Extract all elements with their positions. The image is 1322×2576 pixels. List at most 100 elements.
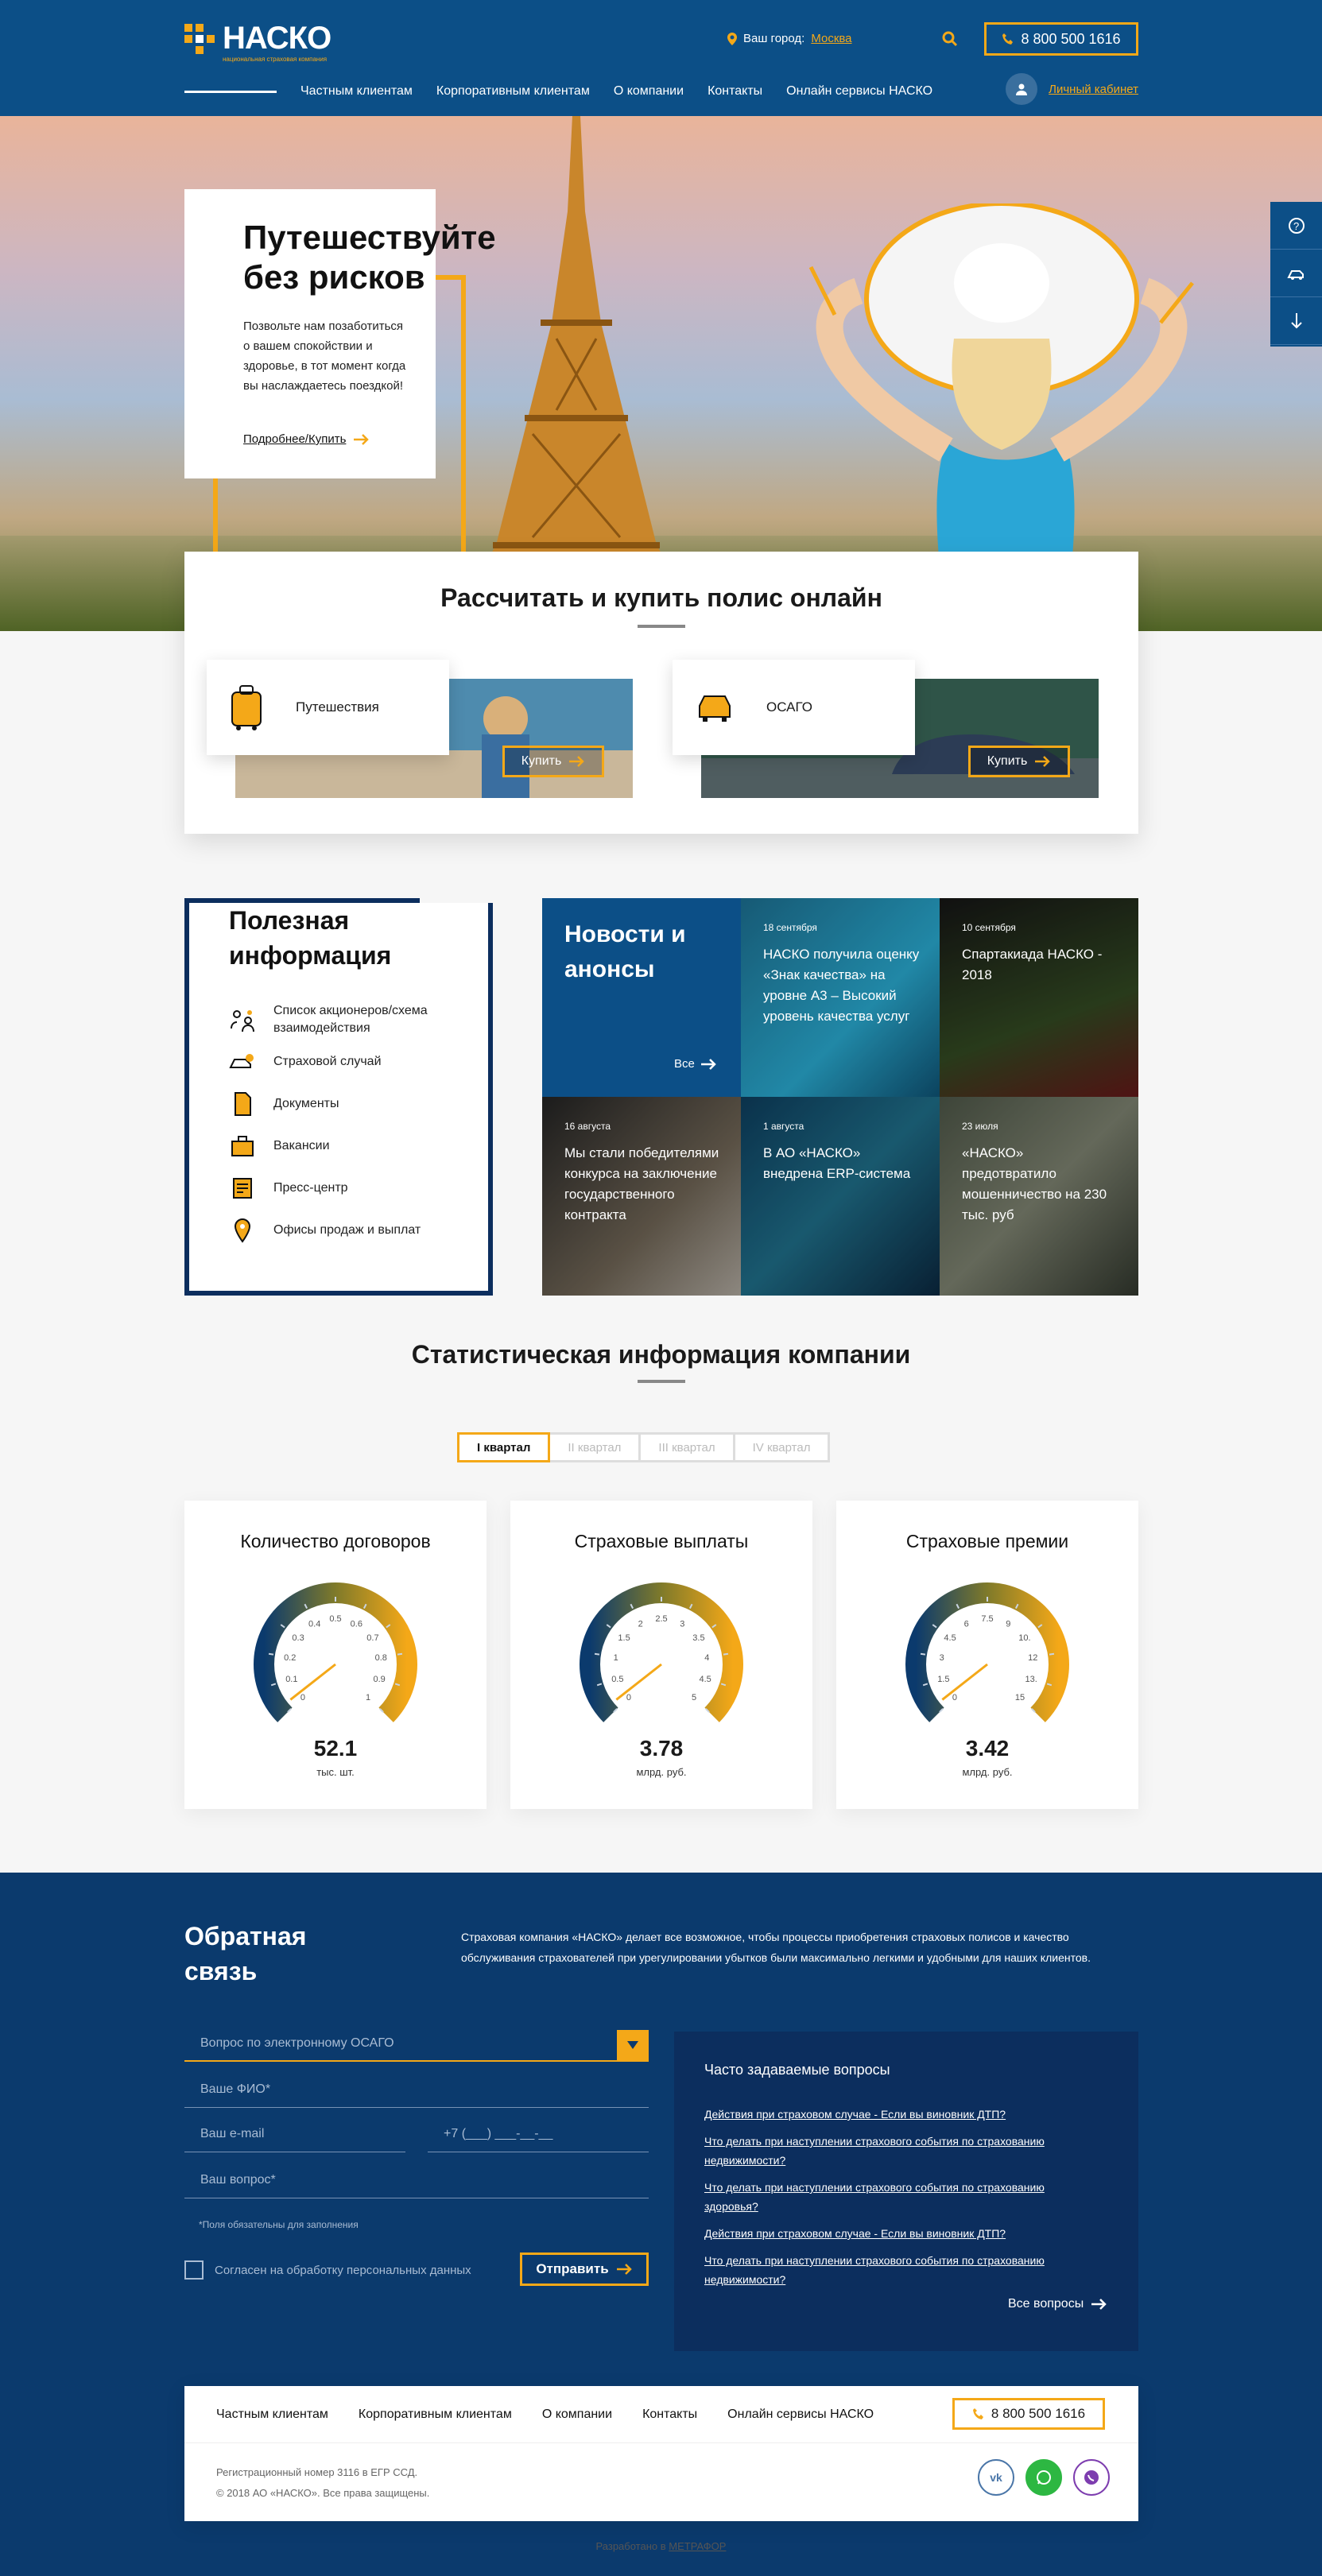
question-field[interactable]: Ваш вопрос* <box>184 2167 649 2198</box>
info-item-press-center[interactable]: Пресс-центр <box>229 1167 448 1209</box>
copyright: © 2018 АО «НАСКО». Все права защищены. <box>216 2487 430 2499</box>
info-item-insured-event[interactable]: Страховой случай <box>229 1040 448 1083</box>
gauge-tick-label: 0.1 <box>285 1675 297 1684</box>
whatsapp-icon[interactable] <box>1025 2459 1062 2496</box>
nav-item-about[interactable]: О компании <box>614 84 684 99</box>
logo-mark <box>184 24 215 54</box>
info-item-label: Пресс-центр <box>273 1180 348 1195</box>
faq-item[interactable]: Что делать при наступлении страхового со… <box>704 2251 1070 2289</box>
email-field[interactable]: Ваш e-mail <box>184 2121 405 2152</box>
footer-phone-button[interactable]: 8 800 500 1616 <box>952 2398 1105 2430</box>
info-item-vacancies[interactable]: Вакансии <box>229 1125 448 1167</box>
news-date: 16 августа <box>564 1121 611 1132</box>
gauge-tick-label: 0.7 <box>366 1633 378 1643</box>
phone-icon <box>1002 33 1014 45</box>
faq-all-link[interactable]: Все вопросы <box>1008 2297 1107 2311</box>
news-tile[interactable]: 18 сентября НАСКО получила оценку «Знак к… <box>741 898 940 1097</box>
info-item-label: Вакансии <box>273 1138 330 1152</box>
menu-bar[interactable] <box>184 90 277 93</box>
info-item-offices[interactable]: Офисы продаж и выплат <box>229 1209 448 1251</box>
stat-unit: млрд. руб. <box>636 1766 687 1778</box>
gauge-tick <box>268 1652 274 1656</box>
useful-info-list: Список акционеров/схема взаимодействия С… <box>229 998 448 1251</box>
city-selector[interactable]: Ваш город: Москва <box>727 32 852 45</box>
gauge-tick-label: 3 <box>940 1653 944 1663</box>
product-osago-buy-button[interactable]: Купить <box>968 746 1070 777</box>
arrow-right-icon <box>354 433 370 445</box>
gauge-tick-label: 0.5 <box>611 1675 623 1684</box>
product-travel-buy-button[interactable]: Купить <box>502 746 604 777</box>
stat-card-title: Страховые премии <box>905 1531 1069 1551</box>
feedback-lead: Страховая компания «НАСКО» делает все во… <box>461 1931 1091 1964</box>
info-item-label: Офисы продаж и выплат <box>273 1222 421 1237</box>
gauge-tick-label: 2.5 <box>655 1614 667 1624</box>
calc-title: Рассчитать и купить полис онлайн <box>440 583 882 612</box>
checkbox-box[interactable] <box>184 2260 204 2280</box>
nav-item-corporate[interactable]: Корпоративным клиентам <box>436 84 590 99</box>
news-header-tile: Новости и анонсы Все <box>542 898 741 1097</box>
news-title: Новости и анонсы <box>564 921 686 982</box>
nav-item-online-services[interactable]: Онлайн сервисы НАСКО <box>786 84 932 99</box>
phone-field[interactable]: +7 (___) ___-__-__ <box>428 2121 649 2152</box>
viber-icon[interactable] <box>1073 2459 1110 2496</box>
faq-item[interactable]: Что делать при наступлении страхового со… <box>704 2132 1070 2170</box>
nav-item-private[interactable]: Частным клиентам <box>300 84 413 99</box>
gauge-chart: 00.5 11.5 2 2.5 3 3.54 4.5 5 <box>580 1582 743 1722</box>
hero-title: Путешествуйте без рисков <box>243 219 496 296</box>
user-icon <box>1006 73 1038 105</box>
people-icon <box>231 1009 254 1032</box>
footer-nav-item[interactable]: Корпоративным клиентам <box>359 2407 512 2422</box>
news-tile[interactable]: 16 августа Мы стали победителями конкурса… <box>542 1097 741 1296</box>
product-travel[interactable]: Путешествия Купить <box>207 660 636 803</box>
news-tile[interactable]: 23 июля «НАСКО» предотвратило мошенничест… <box>940 1097 1138 1296</box>
faq-item[interactable]: Действия при страховом случае - Если вы … <box>704 2105 1070 2124</box>
logo[interactable]: НАСКО национальная страховая компания <box>184 21 331 63</box>
topic-select[interactable]: Вопрос по электронному ОСАГО <box>184 2030 649 2062</box>
send-button[interactable]: Отправить <box>520 2253 649 2286</box>
gauge-tick-label: 1.5 <box>937 1675 949 1684</box>
footer-nav-item[interactable]: О компании <box>542 2407 612 2422</box>
gauge-tick-label: 0.4 <box>308 1619 320 1629</box>
footer-nav-item[interactable]: Частным клиентам <box>216 2407 328 2422</box>
help-icon[interactable]: ? <box>1270 202 1322 250</box>
nav-item-contacts[interactable]: Контакты <box>708 84 762 99</box>
question-field-placeholder: Ваш вопрос* <box>200 2173 276 2187</box>
car-accident-icon[interactable] <box>1270 250 1322 297</box>
calc-section: Рассчитать и купить полис онлайн Путешес… <box>184 552 1138 834</box>
search-icon[interactable] <box>941 30 959 48</box>
buy-label: Купить <box>987 754 1028 768</box>
personal-cabinet-link[interactable]: Личный кабинет <box>1006 73 1138 105</box>
news-tile[interactable]: 1 августа В АО «НАСКО» внедрена ERP-систе… <box>741 1097 940 1296</box>
gauge-tick-label: 3 <box>680 1619 684 1629</box>
header-phone-button[interactable]: 8 800 500 1616 <box>984 22 1138 56</box>
name-field[interactable]: Ваше ФИО* <box>184 2076 649 2108</box>
vk-icon[interactable]: vk <box>978 2459 1014 2496</box>
gauge-tick <box>397 1652 403 1656</box>
tab-q1[interactable]: I квартал <box>457 1432 551 1462</box>
developer-credit: Разработано в МЕТРАФОР <box>0 2540 1322 2552</box>
tab-q4[interactable]: IV квартал <box>732 1432 831 1462</box>
tab-q2[interactable]: II квартал <box>548 1432 642 1462</box>
info-item-documents[interactable]: Документы <box>229 1083 448 1125</box>
product-osago-label-card: ОСАГО <box>673 660 915 755</box>
developer-link[interactable]: МЕТРАФОР <box>669 2540 726 2552</box>
arrow-right-icon <box>569 756 585 767</box>
city-link[interactable]: Москва <box>811 32 851 45</box>
news-tile[interactable]: 10 сентября Спартакиада НАСКО - 2018 <box>940 898 1138 1097</box>
arrow-down-icon[interactable] <box>1270 297 1322 345</box>
info-item-shareholders[interactable]: Список акционеров/схема взаимодействия <box>229 998 448 1040</box>
faq-item[interactable]: Что делать при наступлении страхового со… <box>704 2178 1070 2216</box>
faq-title: Часто задаваемые вопросы <box>704 2062 890 2078</box>
chevron-down-icon[interactable] <box>617 2030 649 2060</box>
hero-text: Позвольте нам позаботиться о вашем споко… <box>243 320 406 393</box>
newspaper-icon <box>233 1177 252 1199</box>
footer-nav-item[interactable]: Онлайн сервисы НАСКО <box>727 2407 874 2422</box>
hero-more-link[interactable]: Подробнее/Купить <box>243 432 370 446</box>
footer-nav-item[interactable]: Контакты <box>642 2407 697 2422</box>
product-osago[interactable]: ОСАГО Купить <box>673 660 1102 803</box>
tab-q3[interactable]: III квартал <box>638 1432 735 1462</box>
consent-checkbox[interactable]: Согласен на обработку персональных данны… <box>184 2260 471 2280</box>
faq-item[interactable]: Действия при страховом случае - Если вы … <box>704 2224 1070 2243</box>
news-all-link[interactable]: Все <box>674 1057 717 1071</box>
gauge-tick-label: 1.5 <box>618 1633 630 1643</box>
